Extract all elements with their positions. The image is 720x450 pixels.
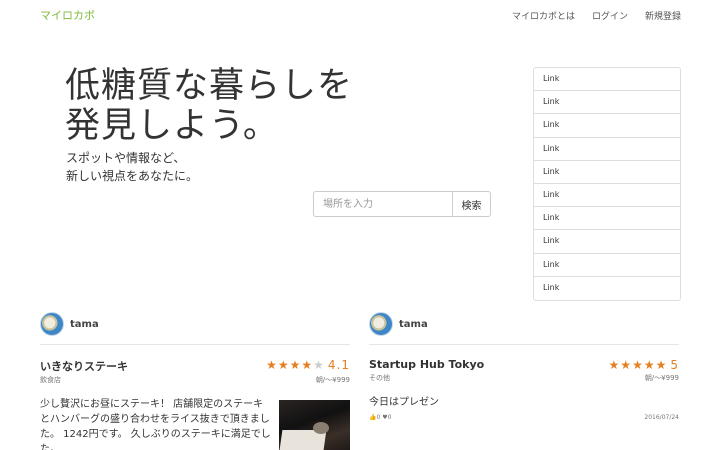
hero-title-line2: 発見しよう。 [65, 106, 279, 146]
shop-row: いきなりステーキ ★★★★★ 4.1 [40, 358, 350, 374]
review-text: 少し贅沢にお昼にステーキ！ 店舗限定のステーキとハンバーグの盛り合わせをライス抜… [40, 399, 271, 450]
star-icon: ★ [277, 358, 290, 372]
link-item[interactable]: Link [534, 254, 680, 277]
link-item[interactable]: Link [534, 68, 680, 92]
review-photo[interactable] [279, 400, 350, 450]
user-row: tama [369, 310, 679, 338]
star-empty-icon: ★ [313, 358, 325, 372]
photo-glass [313, 422, 330, 434]
shop-category: 飲食店 [40, 376, 61, 384]
star-icon: ★ [632, 358, 644, 372]
link-list: Link Link Link Link Link Link Link Link … [533, 67, 681, 301]
shop-name[interactable]: Startup Hub Tokyo [369, 358, 484, 372]
hero-subtitle-line1: スポットや情報など、 [66, 151, 186, 165]
nav-links: マイロカボとは ログイン 新規登録 [512, 9, 681, 22]
star-rating: ★★★★★ 5 [609, 358, 679, 372]
hero-title: 低糖質な暮らしを 発見しよう。 [65, 66, 353, 146]
link-item[interactable]: Link [534, 114, 680, 138]
nav-login-link[interactable]: ログイン [592, 9, 628, 22]
brand-logo[interactable]: マイロカボ [40, 7, 95, 23]
link-item[interactable]: Link [534, 184, 680, 208]
navbar: マイロカボ マイロカボとは ログイン 新規登録 [0, 0, 720, 30]
review-body: 少し贅沢にお昼にステーキ！ 店舗限定のステーキとハンバーグの盛り合わせをライス抜… [40, 397, 350, 450]
search-button[interactable]: 検索 [452, 191, 491, 217]
nav-signup-link[interactable]: 新規登録 [645, 9, 681, 22]
heart-count: 0 [387, 414, 392, 421]
username[interactable]: tama [399, 319, 428, 330]
review-card: tama Startup Hub Tokyo ★★★★★ 5 その他 朝/〜¥99… [369, 310, 679, 421]
like-count: 0 [376, 414, 381, 421]
rating-value: 4.1 [327, 358, 350, 372]
post-date: 2016/07/24 [644, 414, 679, 421]
price-range: 朝/〜¥999 [644, 374, 679, 382]
star-icon: ★ [289, 358, 302, 372]
divider [369, 344, 679, 345]
star-icon: ★ [608, 358, 621, 372]
star-icon: ★ [620, 358, 633, 372]
star-rating: ★★★★★ 4.1 [266, 358, 350, 374]
search-input[interactable] [313, 191, 452, 217]
link-item[interactable]: Link [534, 277, 680, 300]
price-range: 朝/〜¥999 [315, 376, 350, 384]
link-item[interactable]: Link [534, 138, 680, 161]
user-row: tama [40, 310, 350, 338]
card-footer: 👍0 ♥0 2016/07/24 [369, 414, 679, 421]
hero-title-line1: 低糖質な暮らしを [65, 66, 354, 106]
shop-name[interactable]: いきなりステーキ [40, 358, 128, 374]
shop-row: Startup Hub Tokyo ★★★★★ 5 [369, 358, 679, 372]
meta-row: 飲食店 朝/〜¥999 [40, 375, 350, 385]
review-card: tama いきなりステーキ ★★★★★ 4.1 飲食店 朝/〜¥999 少し贅沢に… [40, 310, 350, 450]
link-item[interactable]: Link [534, 230, 680, 254]
rating-value: 5 [670, 358, 679, 372]
username[interactable]: tama [70, 319, 99, 330]
meta-row: その他 朝/〜¥999 [369, 373, 679, 383]
hero-subtitle: スポットや情報など、 新しい視点をあなたに。 [66, 149, 198, 185]
search-form: 検索 [313, 191, 491, 217]
star-icon: ★ [643, 358, 656, 372]
link-item[interactable]: Link [534, 207, 680, 231]
reactions: 👍0 ♥0 [369, 414, 391, 421]
nav-about-link[interactable]: マイロカボとは [512, 9, 575, 22]
shop-category: その他 [369, 374, 390, 382]
hero-subtitle-line2: 新しい視点をあなたに。 [66, 169, 199, 183]
star-icon: ★ [266, 358, 278, 372]
avatar[interactable] [369, 312, 393, 336]
link-item[interactable]: Link [534, 161, 680, 184]
star-icon: ★ [655, 358, 668, 372]
avatar[interactable] [40, 312, 64, 336]
star-icon: ★ [301, 358, 314, 372]
link-item[interactable]: Link [534, 91, 680, 115]
divider [40, 344, 350, 345]
review-text: 今日はプレゼン [369, 397, 439, 408]
